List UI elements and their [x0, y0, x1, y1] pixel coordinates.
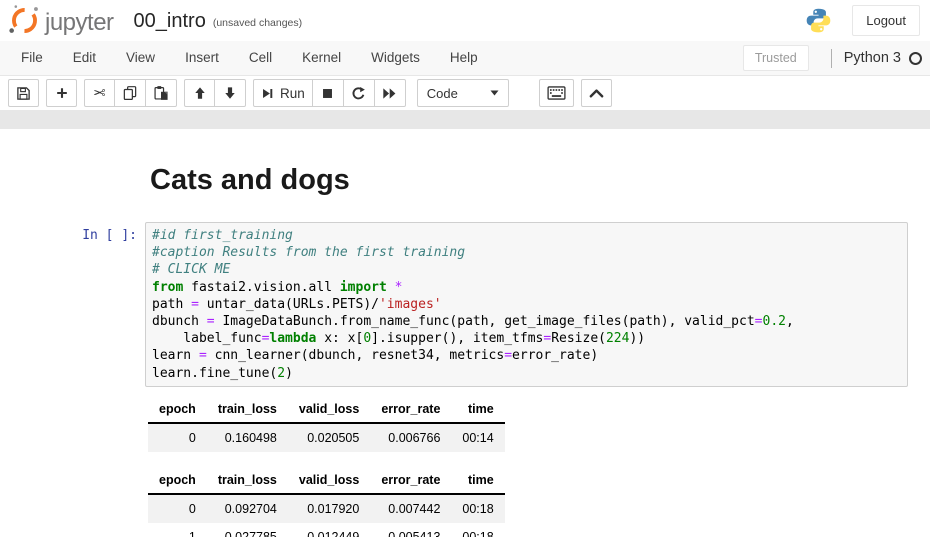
- table-header-row: epochtrain_lossvalid_losserror_ratetime: [148, 467, 505, 494]
- menu-file[interactable]: File: [6, 41, 58, 75]
- table-cell: 1: [148, 523, 207, 537]
- add-cell-icon: [55, 86, 69, 100]
- column-header: valid_loss: [288, 467, 370, 494]
- restart-kernel-button[interactable]: [344, 79, 375, 107]
- run-button[interactable]: Run: [253, 79, 313, 107]
- trusted-badge: Trusted: [743, 45, 809, 71]
- markdown-cell[interactable]: Cats and dogs: [0, 166, 930, 195]
- menu-view[interactable]: View: [111, 41, 170, 75]
- keyboard-icon: [547, 86, 566, 100]
- code-input-area[interactable]: #id first_training #caption Results from…: [145, 222, 908, 387]
- command-palette-button[interactable]: [539, 79, 574, 107]
- divider: [831, 49, 832, 68]
- table-cell: 00:14: [451, 423, 504, 452]
- menu-insert[interactable]: Insert: [170, 41, 234, 75]
- table-cell: 0.012449: [288, 523, 370, 537]
- move-up-icon: [193, 86, 207, 100]
- toolbar: ✂ Run: [0, 76, 930, 110]
- python-logo-icon: [805, 7, 832, 34]
- move-down-icon: [223, 86, 237, 100]
- stop-icon: [321, 87, 334, 100]
- notebook-area: Cats and dogs In [ ]: #id first_training…: [0, 129, 930, 537]
- table-row: 00.0927040.0179200.00744200:18: [148, 494, 505, 523]
- table-cell: 0: [148, 494, 207, 523]
- code-text: #id first_training #caption Results from…: [152, 227, 901, 382]
- table-cell: 0.020505: [288, 423, 370, 452]
- markdown-heading: Cats and dogs: [150, 166, 930, 195]
- run-icon: [261, 87, 274, 100]
- table-cell: 0.007442: [370, 494, 451, 523]
- output-prompt: [0, 396, 145, 537]
- cut-button[interactable]: ✂: [84, 79, 115, 107]
- copy-button[interactable]: [115, 79, 146, 107]
- table-cell: 00:18: [451, 494, 504, 523]
- restart-run-all-button[interactable]: [375, 79, 406, 107]
- column-header: error_rate: [370, 467, 451, 494]
- column-header: train_loss: [207, 467, 288, 494]
- column-header: time: [451, 467, 504, 494]
- table-cell: 00:18: [451, 523, 504, 537]
- column-header: error_rate: [370, 396, 451, 423]
- paste-button[interactable]: [146, 79, 177, 107]
- add-cell-button[interactable]: [46, 79, 77, 107]
- table-cell: 0.006766: [370, 423, 451, 452]
- notebook-title[interactable]: 00_intro: [134, 11, 206, 31]
- jupyter-logo-text: jupyter: [45, 11, 114, 37]
- code-cell[interactable]: In [ ]: #id first_training #caption Resu…: [0, 222, 930, 387]
- column-header: valid_loss: [288, 396, 370, 423]
- save-icon: [16, 86, 31, 101]
- training-results-table-1: epochtrain_lossvalid_losserror_ratetime0…: [148, 396, 505, 452]
- column-header: train_loss: [207, 396, 288, 423]
- menu-help[interactable]: Help: [435, 41, 493, 75]
- menu-widgets[interactable]: Widgets: [356, 41, 435, 75]
- kernel-idle-icon: [909, 52, 922, 65]
- move-cell-down-button[interactable]: [215, 79, 246, 107]
- autosave-status: (unsaved changes): [213, 13, 302, 29]
- column-header: epoch: [148, 467, 207, 494]
- caret-down-icon: [490, 90, 499, 96]
- jupyter-logo-icon: [8, 4, 41, 37]
- toggle-toolbar-button[interactable]: [581, 79, 612, 107]
- table-cell: 0.092704: [207, 494, 288, 523]
- stop-button[interactable]: [313, 79, 344, 107]
- cut-icon: ✂: [93, 86, 106, 101]
- menu-cell[interactable]: Cell: [234, 41, 287, 75]
- restart-run-all-icon: [382, 87, 397, 100]
- jupyter-logo[interactable]: jupyter: [8, 4, 114, 37]
- header: jupyter 00_intro (unsaved changes) Logou…: [0, 0, 930, 41]
- save-button[interactable]: [8, 79, 39, 107]
- menu-kernel[interactable]: Kernel: [287, 41, 356, 75]
- kernel-name: Python 3: [844, 50, 901, 66]
- input-prompt: In [ ]:: [0, 222, 145, 387]
- menubar: FileEditViewInsertCellKernelWidgetsHelp …: [0, 41, 930, 76]
- table-cell: 0.017920: [288, 494, 370, 523]
- paste-icon: [153, 85, 169, 101]
- cell-type-select[interactable]: Code: [417, 79, 509, 107]
- menu-edit[interactable]: Edit: [58, 41, 111, 75]
- copy-icon: [122, 85, 138, 101]
- column-header: time: [451, 396, 504, 423]
- training-results-table-2: epochtrain_lossvalid_losserror_ratetime0…: [148, 467, 505, 537]
- table-row: 10.0277850.0124490.00541300:18: [148, 523, 505, 537]
- page-divider-band: [0, 110, 930, 129]
- cell-type-value: Code: [427, 86, 458, 101]
- logout-button[interactable]: Logout: [852, 5, 920, 36]
- restart-icon: [351, 86, 366, 101]
- run-button-label: Run: [280, 86, 305, 101]
- table-cell: 0: [148, 423, 207, 452]
- table-header-row: epochtrain_lossvalid_losserror_ratetime: [148, 396, 505, 423]
- table-cell: 0.027785: [207, 523, 288, 537]
- output-area: epochtrain_lossvalid_losserror_ratetime0…: [0, 396, 930, 537]
- table-cell: 0.160498: [207, 423, 288, 452]
- table-row: 00.1604980.0205050.00676600:14: [148, 423, 505, 452]
- table-cell: 0.005413: [370, 523, 451, 537]
- chevron-up-icon: [589, 88, 604, 98]
- menu-items: FileEditViewInsertCellKernelWidgetsHelp: [6, 41, 493, 75]
- move-cell-up-button[interactable]: [184, 79, 215, 107]
- column-header: epoch: [148, 396, 207, 423]
